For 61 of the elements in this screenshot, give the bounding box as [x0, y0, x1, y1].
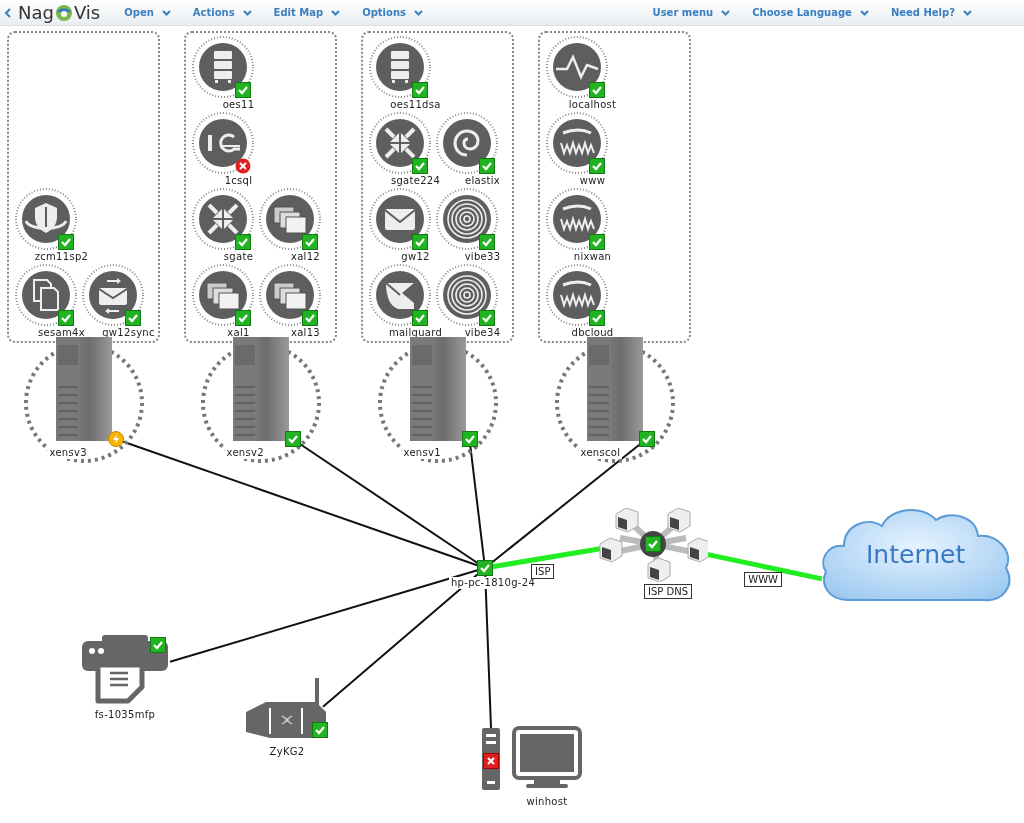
host-label: elastix — [465, 175, 500, 187]
caret-icon — [721, 9, 731, 16]
host-label: zcm11sp2 — [34, 251, 89, 263]
host-label: gw12 — [401, 251, 430, 263]
host-label: dbcloud — [571, 327, 614, 339]
host-label: sesam4x — [38, 327, 85, 339]
host-label: vibe34 — [464, 327, 501, 339]
caret-icon — [331, 9, 341, 16]
host-label: nixwan — [573, 251, 612, 263]
host-label: xal13 — [290, 327, 321, 339]
arrows-icon[interactable] — [368, 111, 432, 175]
host-label: fs-1035mfp — [94, 709, 156, 721]
link-label: ISP — [531, 564, 555, 580]
menu-button[interactable]: Edit Map — [267, 5, 347, 20]
host-label: ISP DNS — [643, 584, 692, 599]
host-label: xensv3 — [47, 447, 89, 459]
server-tower-icon[interactable] — [198, 337, 323, 465]
menu-button[interactable]: Options — [356, 5, 429, 20]
host-label: winhost — [526, 796, 568, 808]
host-label: sgate — [223, 251, 254, 263]
menu-button[interactable]: Need Help? — [884, 5, 978, 20]
eye-logo-icon — [54, 3, 73, 22]
host-label: sgate224 — [390, 175, 441, 187]
menu-button[interactable]: Actions — [186, 5, 258, 20]
server-tower-icon[interactable] — [375, 337, 500, 465]
host-label: ZyKG2 — [269, 746, 305, 758]
host-label: xensv1 — [401, 447, 443, 459]
server-tower-icon[interactable] — [552, 337, 677, 465]
host-label: localhost — [568, 99, 617, 111]
host-label: oes11dsa — [390, 99, 441, 111]
server-cluster-icon[interactable] — [598, 508, 708, 582]
pulse-icon[interactable] — [545, 35, 609, 99]
caret-icon — [242, 9, 252, 16]
host-label: vibe33 — [464, 251, 501, 263]
logo-text: Vis — [73, 2, 101, 23]
link-label: WWW — [744, 572, 782, 588]
arrows-icon[interactable] — [191, 187, 255, 251]
host-label: www — [579, 175, 606, 187]
host-label: gw12sync — [102, 327, 155, 339]
caret-icon — [161, 9, 171, 16]
host-label: mailguard — [388, 327, 443, 339]
logo-text: Nag — [18, 2, 54, 23]
host-label: xal1 — [227, 327, 250, 339]
swoosh-icon[interactable] — [191, 111, 255, 175]
menu-button[interactable]: Choose Language — [746, 5, 875, 20]
caret-icon — [859, 9, 869, 16]
cloud-label: Internet — [866, 540, 966, 570]
host-label: oes11 — [222, 99, 255, 111]
host-label: 1csql — [224, 175, 253, 187]
host-label: xenscol — [578, 447, 623, 459]
host-label: xensv2 — [224, 447, 266, 459]
host-label: hp-pc-1810g-24 — [448, 577, 538, 589]
menu-button[interactable]: Open — [118, 5, 177, 20]
host-label: xal12 — [290, 251, 321, 263]
caret-icon — [413, 9, 423, 16]
server-tower-icon[interactable] — [21, 337, 146, 465]
desktop-computer-icon[interactable] — [482, 726, 582, 792]
back-chevron-icon[interactable] — [4, 6, 12, 19]
caret-icon — [963, 9, 972, 16]
menu-button[interactable]: User menu — [646, 5, 737, 20]
printer-icon[interactable] — [80, 633, 170, 705]
